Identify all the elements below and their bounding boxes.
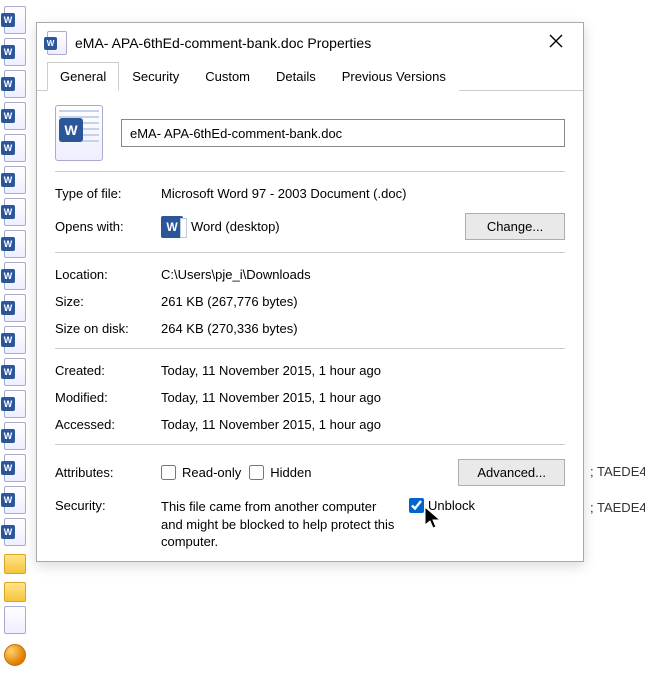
label-location: Location: [55, 267, 161, 282]
start-orb-icon[interactable] [4, 644, 26, 666]
file-shortcut-icon[interactable] [4, 606, 26, 634]
close-button[interactable] [541, 31, 571, 55]
word-document-icon [47, 31, 67, 55]
security-message: This file came from another computer and… [161, 498, 399, 551]
separator [55, 252, 565, 253]
tab-previous-versions[interactable]: Previous Versions [329, 62, 459, 91]
hidden-checkbox-input[interactable] [249, 465, 264, 480]
close-icon [549, 34, 563, 48]
file-shortcut-icon[interactable] [4, 38, 26, 66]
unblock-checkbox[interactable]: Unblock [409, 498, 475, 513]
background-file-label: ; TAEDE4 [590, 464, 645, 479]
file-shortcut-icon[interactable] [4, 486, 26, 514]
advanced-button[interactable]: Advanced... [458, 459, 565, 486]
value-location: C:\Users\pje_i\Downloads [161, 267, 565, 282]
hidden-checkbox[interactable]: Hidden [249, 465, 311, 480]
file-shortcut-icon[interactable] [4, 518, 26, 546]
label-opens-with: Opens with: [55, 219, 161, 234]
file-shortcut-icon[interactable] [4, 422, 26, 450]
label-size-on-disk: Size on disk: [55, 321, 161, 336]
label-attributes: Attributes: [55, 465, 161, 480]
file-shortcut-icon[interactable] [4, 102, 26, 130]
tab-custom[interactable]: Custom [192, 62, 263, 91]
titlebar: eMA- APA-6thEd-comment-bank.doc Properti… [37, 23, 583, 61]
label-type-of-file: Type of file: [55, 186, 161, 201]
tab-security[interactable]: Security [119, 62, 192, 91]
tab-general[interactable]: General [47, 62, 119, 91]
file-shortcut-icon[interactable] [4, 454, 26, 482]
value-accessed: Today, 11 November 2015, 1 hour ago [161, 417, 565, 432]
file-shortcut-icon[interactable] [4, 390, 26, 418]
desktop-icon-column [0, 0, 30, 699]
value-opens-with: Word (desktop) [191, 219, 280, 234]
file-shortcut-icon[interactable] [4, 230, 26, 258]
separator [55, 348, 565, 349]
value-size: 261 KB (267,776 bytes) [161, 294, 565, 309]
label-security: Security: [55, 498, 161, 513]
value-size-on-disk: 264 KB (270,336 bytes) [161, 321, 565, 336]
file-shortcut-icon[interactable] [4, 198, 26, 226]
value-created: Today, 11 November 2015, 1 hour ago [161, 363, 565, 378]
separator [55, 444, 565, 445]
general-pane: Type of file: Microsoft Word 97 - 2003 D… [37, 91, 583, 561]
background-file-label: ; TAEDE4 [590, 500, 645, 515]
label-modified: Modified: [55, 390, 161, 405]
value-modified: Today, 11 November 2015, 1 hour ago [161, 390, 565, 405]
readonly-label: Read-only [182, 465, 241, 480]
hidden-label: Hidden [270, 465, 311, 480]
separator [55, 171, 565, 172]
label-accessed: Accessed: [55, 417, 161, 432]
value-type-of-file: Microsoft Word 97 - 2003 Document (.doc) [161, 186, 565, 201]
file-shortcut-icon[interactable] [4, 326, 26, 354]
readonly-checkbox[interactable]: Read-only [161, 465, 241, 480]
file-shortcut-icon[interactable] [4, 134, 26, 162]
tab-details[interactable]: Details [263, 62, 329, 91]
filename-input[interactable] [121, 119, 565, 147]
file-shortcut-icon[interactable] [4, 294, 26, 322]
file-shortcut-icon[interactable] [4, 262, 26, 290]
file-shortcut-icon[interactable] [4, 6, 26, 34]
readonly-checkbox-input[interactable] [161, 465, 176, 480]
label-created: Created: [55, 363, 161, 378]
folder-icon[interactable] [4, 582, 26, 602]
change-button[interactable]: Change... [465, 213, 565, 240]
tab-row: General Security Custom Details Previous… [37, 61, 583, 91]
dialog-title: eMA- APA-6thEd-comment-bank.doc Properti… [75, 35, 541, 51]
file-shortcut-icon[interactable] [4, 358, 26, 386]
label-size: Size: [55, 294, 161, 309]
file-shortcut-icon[interactable] [4, 70, 26, 98]
unblock-label: Unblock [428, 498, 475, 513]
file-shortcut-icon[interactable] [4, 166, 26, 194]
properties-dialog: eMA- APA-6thEd-comment-bank.doc Properti… [36, 22, 584, 562]
file-type-icon [55, 105, 103, 161]
unblock-checkbox-input[interactable] [409, 498, 424, 513]
word-app-icon: W [161, 216, 183, 238]
folder-icon[interactable] [4, 554, 26, 574]
